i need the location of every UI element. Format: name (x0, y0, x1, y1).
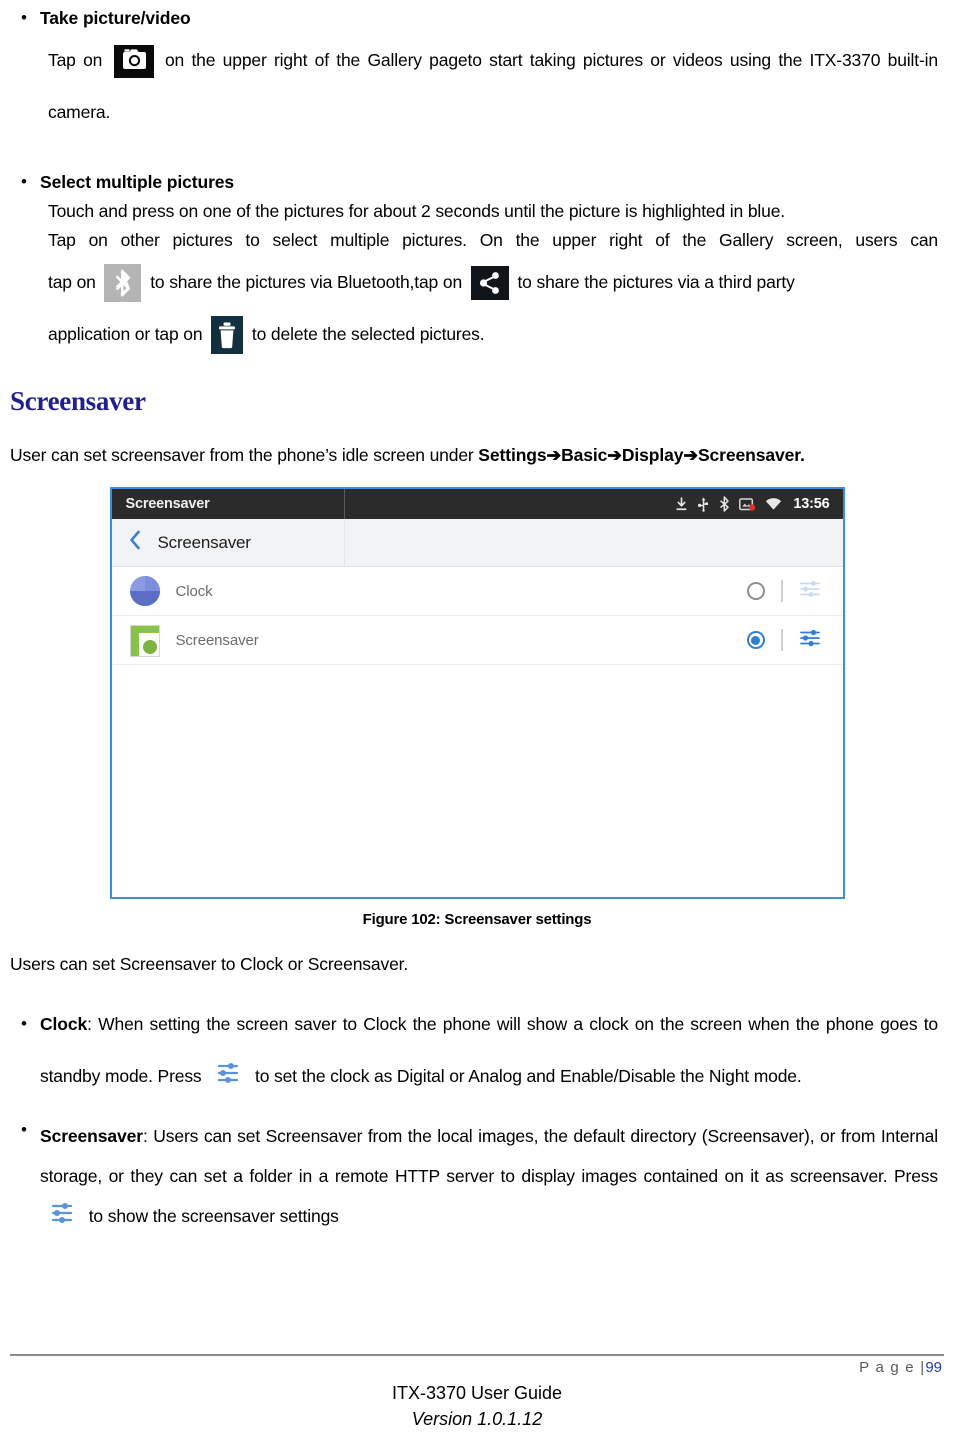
take-picture-paragraph: Tap on on the upper right of the Gallery… (8, 34, 946, 138)
figure-screensaver-settings: Screensaver 13:56 Screensaver Clock Scre… (8, 487, 946, 899)
delete-pictures-paragraph: application or tap on to delete the sele… (8, 308, 946, 360)
camera-icon (113, 44, 154, 78)
select-pictures-line1: Touch and press on one of the pictures f… (48, 201, 786, 221)
device-screenshot: Screensaver 13:56 Screensaver Clock Scre… (109, 487, 845, 899)
action-bar: Screensaver (111, 519, 843, 567)
clock-app-icon (129, 576, 160, 606)
tune-sliders-icon[interactable] (799, 628, 821, 653)
bullet-marker: • (21, 1014, 27, 1033)
clock-heading: Clock (40, 1014, 88, 1034)
tune-sliders-icon (210, 1058, 246, 1088)
row-separator (780, 580, 783, 602)
download-icon (675, 496, 688, 512)
section-screensaver-option: • Screensaver: Users can set Screensaver… (8, 1116, 946, 1236)
document-page: • Take picture/video Tap on on the upper… (0, 4, 954, 1442)
delete-pictures-text: to delete the selected pictures. (251, 324, 485, 344)
page-number: 99 (925, 1359, 942, 1376)
clock-text-after-icon: to set the clock as Digital or Analog an… (254, 1066, 802, 1086)
screensaver-options-list: Clock Screensaver (111, 567, 843, 897)
bullet-marker: • (21, 172, 27, 191)
tune-sliders-icon (44, 1198, 80, 1228)
list-item-label: Clock (175, 582, 213, 600)
section-clock: • Clock: When setting the screen saver t… (8, 998, 946, 1102)
chevron-left-icon (129, 530, 141, 555)
screensaver-option-heading: Screensaver (40, 1126, 144, 1146)
action-bar-column-split (343, 519, 345, 566)
status-bar-title: Screensaver (125, 496, 210, 512)
after-figure-text: Users can set Screensaver to Clock or Sc… (10, 954, 409, 974)
action-bar-title: Screensaver (157, 532, 251, 552)
delete-trash-icon (211, 316, 244, 355)
row-separator (780, 629, 783, 651)
section-take-picture-video: • Take picture/video (8, 4, 946, 32)
select-pictures-paragraph: tap on to share the pictures via Bluetoo… (8, 256, 946, 308)
status-bar-time: 13:56 (793, 496, 830, 512)
screensaver-text-after-icon: to show the screensaver settings (88, 1206, 339, 1226)
select-pictures-line2: Tap on other pictures to select multiple… (48, 230, 938, 250)
bluetooth-icon (104, 264, 142, 303)
footer-version: Version 1.0.1.12 (411, 1409, 543, 1429)
page-label: P a g e | (859, 1359, 926, 1376)
status-bar-icons: 13:56 (675, 496, 842, 512)
radio-screensaver[interactable] (746, 631, 765, 649)
take-picture-trailing-text: on the upper right of the Gallery pageto… (48, 50, 938, 122)
share-via-bluetooth-text: to share the pictures via Bluetooth,tap … (150, 272, 463, 292)
status-bar-divider (343, 489, 345, 519)
list-item-screensaver[interactable]: Screensaver (111, 616, 843, 665)
screensaver-intro-prefix: User can set screensaver from the phone’… (10, 445, 479, 465)
bullet-marker: • (21, 1120, 27, 1139)
wifi-icon (765, 497, 782, 511)
back-button[interactable] (112, 530, 158, 555)
list-item-label: Screensaver (175, 631, 259, 649)
select-pictures-heading: Select multiple pictures (40, 172, 235, 192)
footer-divider (10, 1354, 944, 1356)
figure-caption: Figure 102: Screensaver settings (362, 911, 592, 928)
screensaver-text-before-icon: : Users can set Screensaver from the loc… (40, 1126, 938, 1186)
footer-doc-info: ITX-3370 User Guide Version 1.0.1.12 (0, 1380, 954, 1432)
take-picture-heading: Take picture/video (40, 8, 191, 28)
share-icon (470, 266, 509, 301)
footer-doc-title: ITX-3370 User Guide (391, 1383, 563, 1403)
screenshot-sd-icon (739, 497, 756, 512)
page-footer: P a g e |99 ITX-3370 User Guide Version … (0, 1342, 954, 1442)
settings-path: Settings➔Basic➔Display➔Screensaver. (478, 445, 805, 465)
bullet-marker: • (21, 8, 27, 27)
screensaver-paragraph: Screensaver: Users can set Screensaver f… (40, 1116, 946, 1236)
page-number-block: P a g e |99 (859, 1359, 942, 1376)
list-item-clock[interactable]: Clock (111, 567, 843, 616)
clock-paragraph: Clock: When setting the screen saver to … (40, 998, 946, 1102)
bluetooth-icon (719, 496, 730, 512)
screensaver-app-icon (129, 625, 160, 657)
share-third-party-text: to share the pictures via a third party (517, 272, 795, 292)
radio-clock[interactable] (746, 582, 765, 600)
page-title-screensaver: Screensaver (10, 386, 146, 416)
status-bar: Screensaver 13:56 (111, 489, 843, 519)
tap-on-label: Tap on (48, 50, 103, 70)
tap-on-label: tap on (48, 272, 96, 292)
section-select-multiple-pictures: • Select multiple pictures (8, 168, 946, 196)
screensaver-intro-paragraph: User can set screensaver from the phone’… (10, 441, 946, 469)
application-or-tap-label: application or tap on (48, 324, 203, 344)
usb-icon (697, 496, 710, 512)
tune-sliders-icon[interactable] (799, 579, 821, 604)
